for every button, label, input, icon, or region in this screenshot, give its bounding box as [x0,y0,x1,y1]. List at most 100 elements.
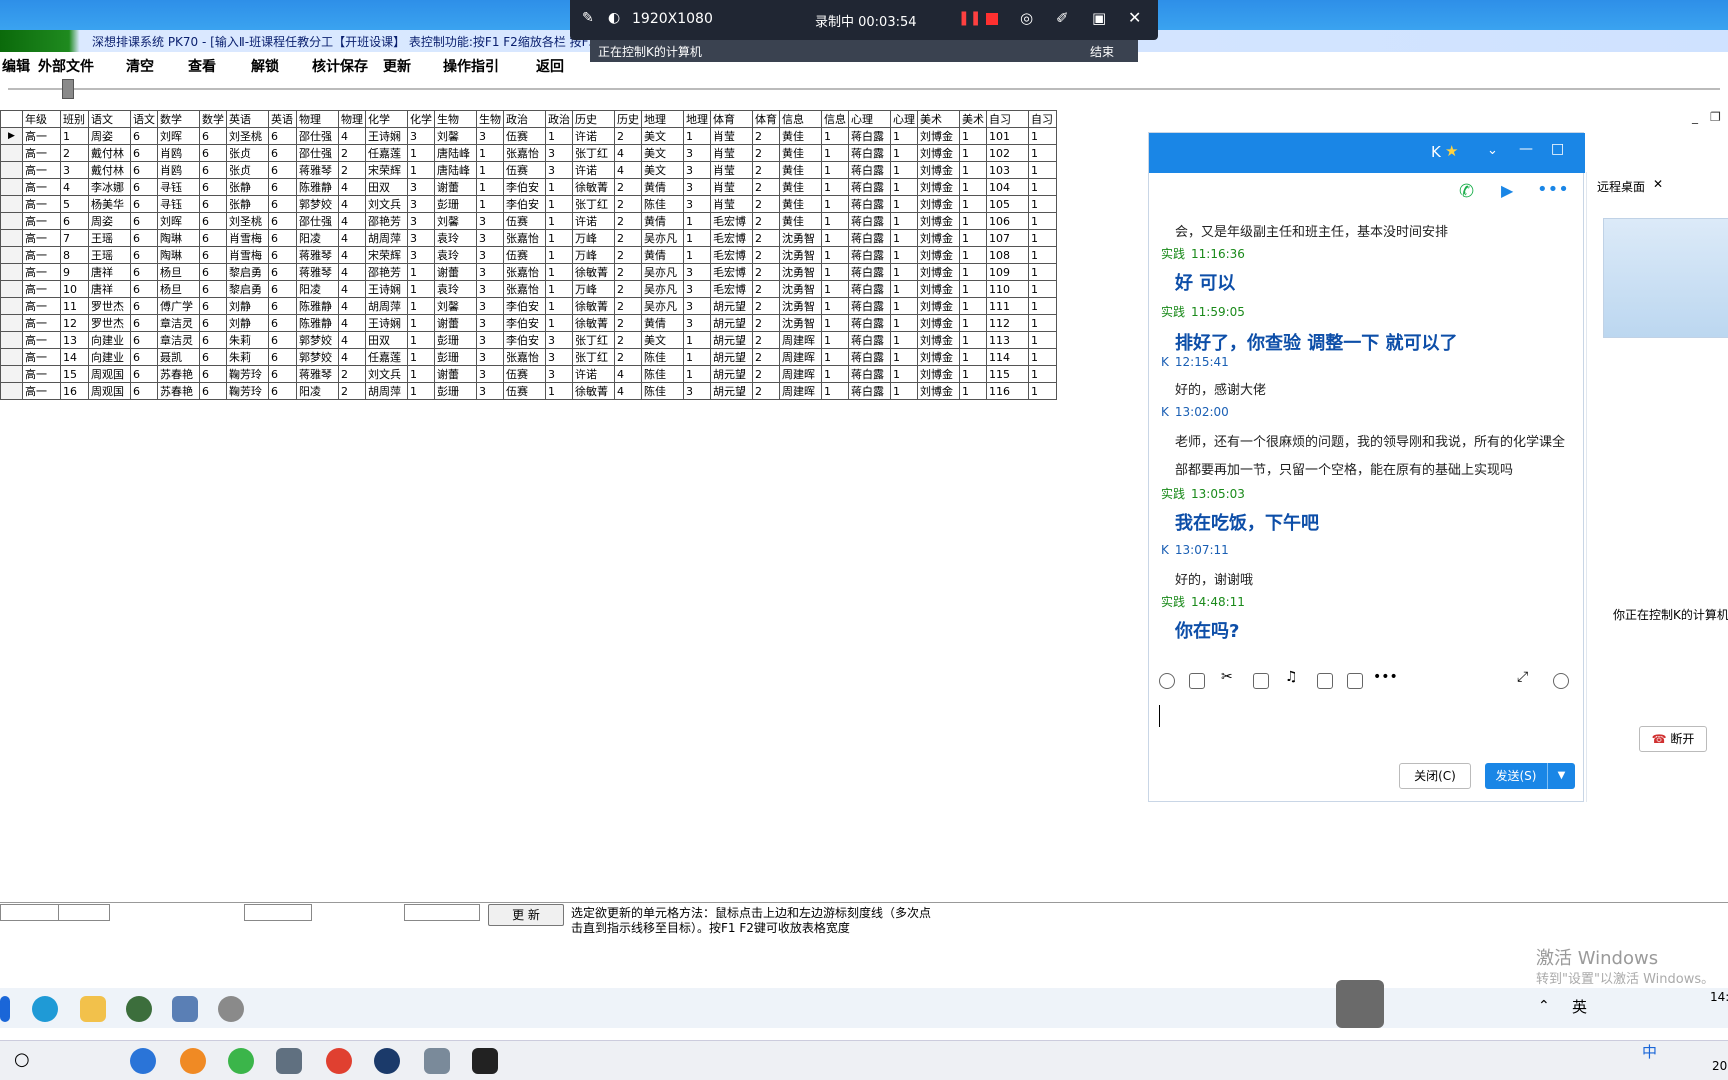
table-cell[interactable]: 许诺 [572,161,615,179]
table-row[interactable]: ▶ 高一 1 周姿 6 刘晖 6 刘圣桃 6 邵仕强 4 王诗娴 3 刘馨 3 伍赛 1 许诺 2 美文 1 肖莹 2 黄佳 1… [0,127,1057,145]
table-cell[interactable]: 刘馨 [434,127,477,145]
table-cell[interactable]: 吴亦凡 [641,297,684,315]
table-cell[interactable]: 2 [752,280,780,298]
table-cell[interactable]: 4 [614,161,642,179]
mdi-restore-button[interactable]: ❐ [1710,110,1721,124]
table-cell[interactable]: 谢蕾 [434,178,477,196]
table-cell[interactable]: 4 [338,127,366,145]
table-cell[interactable]: 高一 [22,280,61,298]
table-cell[interactable]: 1 [407,144,435,162]
column-header[interactable]: 政治 [545,110,573,128]
table-cell[interactable]: 袁玲 [434,246,477,264]
table-cell[interactable]: 2 [338,365,366,383]
table-cell[interactable]: 邵仕强 [296,127,339,145]
table-cell[interactable]: 蒋雅琴 [296,246,339,264]
table-cell[interactable]: 4 [614,144,642,162]
more-icon[interactable]: ••• [1537,179,1569,200]
table-cell[interactable]: 16 [60,382,89,400]
table-cell[interactable]: 刘博金 [917,280,960,298]
table-cell[interactable]: 3 [545,161,573,179]
table-cell[interactable]: 蒋白露 [848,161,891,179]
table-cell[interactable]: 袁玲 [434,229,477,247]
table-cell[interactable]: 6 [130,144,158,162]
table-cell[interactable]: 任嘉莲 [365,348,408,366]
table-cell[interactable]: 刘静 [226,297,269,315]
table-cell[interactable]: 刘静 [226,314,269,332]
table-cell[interactable]: 2 [752,161,780,179]
table-cell[interactable]: 1 [821,144,849,162]
column-header[interactable]: 英语 [226,110,269,128]
table-cell[interactable]: 张嘉怡 [503,263,546,281]
table-cell[interactable]: 沈勇智 [779,246,822,264]
table-cell[interactable]: 刘圣桃 [226,212,269,230]
table-cell[interactable]: 3 [476,229,504,247]
row-header[interactable] [0,331,23,349]
table-cell[interactable]: 周建晖 [779,382,822,400]
table-cell[interactable]: 蒋白露 [848,144,891,162]
table-cell[interactable]: 彭珊 [434,382,477,400]
table-cell[interactable]: 郭梦姣 [296,331,339,349]
table-cell[interactable]: 1 [821,127,849,145]
table-cell[interactable]: 李伯安 [503,331,546,349]
pen-icon[interactable]: ✐ [1056,9,1069,27]
table-cell[interactable]: 1 [407,314,435,332]
table-cell[interactable]: 肖莹 [710,195,753,213]
menu-return[interactable]: 返回 [536,56,564,76]
table-cell[interactable]: 万峰 [572,280,615,298]
table-cell[interactable]: 刘晖 [157,127,200,145]
folder-icon[interactable] [1253,673,1269,689]
table-cell[interactable]: 2 [614,246,642,264]
table-cell[interactable]: 刘文兵 [365,365,408,383]
table-cell[interactable]: 阳凌 [296,382,339,400]
table-cell[interactable]: 2 [614,212,642,230]
row-header[interactable] [0,195,23,213]
column-ruler[interactable] [8,88,1720,90]
table-cell[interactable]: 1 [890,297,918,315]
table-cell[interactable]: 许诺 [572,212,615,230]
table-cell[interactable]: 高一 [22,195,61,213]
table-cell[interactable]: 万峰 [572,229,615,247]
edge-icon[interactable] [32,996,58,1022]
table-cell[interactable]: 15 [60,365,89,383]
table-row[interactable]: 高一 3 戴付林 6 肖鸥 6 张贞 6 蒋雅琴 2 宋荣辉 1 唐陆峰 1 伍赛 3 许诺 4 美文 3 肖莹 2 黄佳 1… [0,161,1057,179]
table-cell[interactable]: 沈勇智 [779,280,822,298]
table-row[interactable]: 高一 12 罗世杰 6 章洁灵 6 刘静 6 陈雅静 4 王诗娴 1 谢蕾 3 李伯安 1 徐敏菁 2 黄倩 3 胡元望… [0,314,1057,332]
table-cell[interactable]: 1 [1028,161,1057,179]
table-cell[interactable]: 李伯安 [503,195,546,213]
row-header[interactable] [0,263,23,281]
table-cell[interactable]: 徐敏菁 [572,382,615,400]
table-cell[interactable]: 1 [821,280,849,298]
table-cell[interactable]: 高一 [22,382,61,400]
table-cell[interactable]: 伍赛 [503,127,546,145]
close-button[interactable]: 关闭(C) [1399,763,1471,789]
table-cell[interactable]: 1 [821,348,849,366]
table-cell[interactable]: 苏春艳 [157,365,200,383]
table-cell[interactable]: 蒋白露 [848,382,891,400]
table-cell[interactable]: 胡元望 [710,348,753,366]
search-icon[interactable]: ○ [14,1049,30,1070]
table-cell[interactable]: 刘博金 [917,212,960,230]
history-icon[interactable] [1553,673,1569,689]
table-cell[interactable]: 李伯安 [503,297,546,315]
table-cell[interactable]: 3 [407,229,435,247]
table-cell[interactable]: 115 [986,365,1029,383]
table-cell[interactable]: 114 [986,348,1029,366]
table-cell[interactable]: 3 [683,297,711,315]
table-cell[interactable]: 6 [268,263,297,281]
table-cell[interactable]: 李伯安 [503,314,546,332]
table-cell[interactable]: 2 [338,382,366,400]
table-cell[interactable]: 4 [614,365,642,383]
table-cell[interactable]: 刘博金 [917,382,960,400]
column-header[interactable]: 自习 [986,110,1029,128]
table-cell[interactable]: 王瑶 [88,246,131,264]
table-cell[interactable]: 1 [683,127,711,145]
table-cell[interactable]: 朱莉 [226,331,269,349]
table-cell[interactable]: 6 [130,331,158,349]
table-cell[interactable]: 3 [545,331,573,349]
send-options-button[interactable]: ▼ [1547,763,1575,789]
app-icon[interactable] [126,996,152,1022]
table-cell[interactable]: 朱莉 [226,348,269,366]
table-cell[interactable]: 1 [890,365,918,383]
table-cell[interactable]: 鞠芳玲 [226,382,269,400]
table-cell[interactable]: 许诺 [572,365,615,383]
